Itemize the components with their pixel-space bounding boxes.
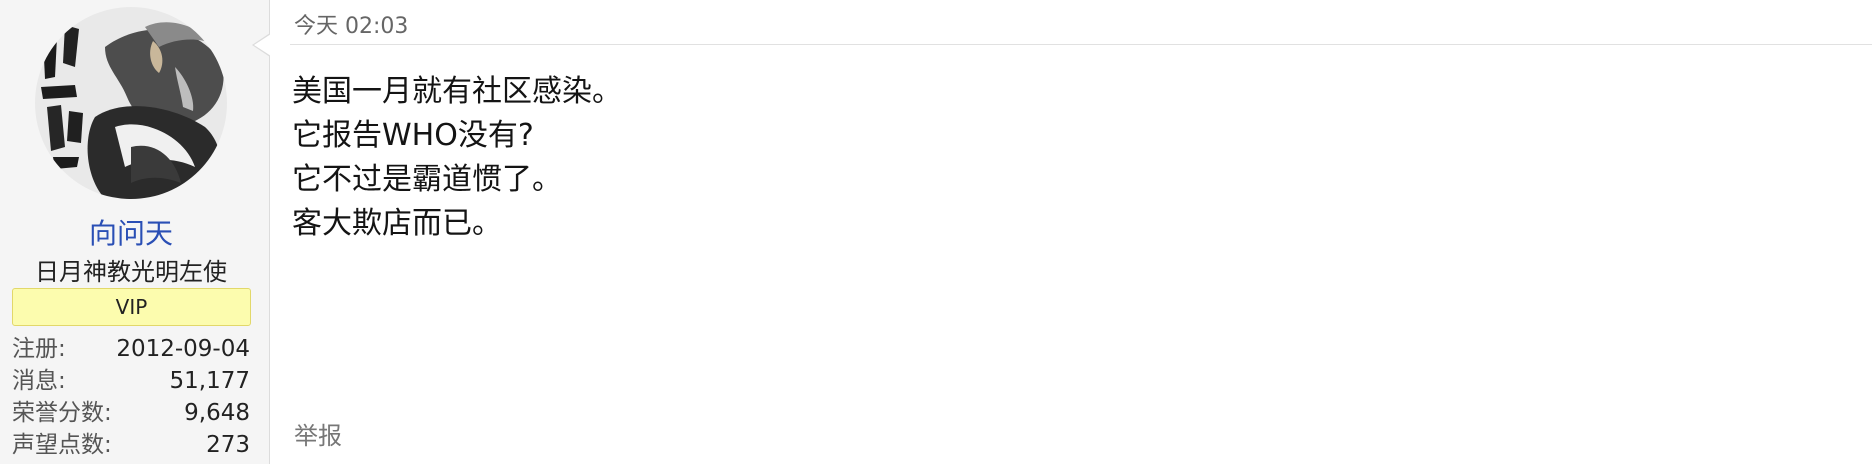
message-main: 今天 02:03 美国一月就有社区感染。 它报告WHO没有? 它不过是霸道惯了。… — [270, 0, 1872, 464]
post-date-link[interactable]: 今天 02:03 — [294, 8, 408, 40]
message-line: 美国一月就有社区感染。 — [292, 74, 622, 109]
forum-post: 向问天 日月神教光明左使 VIP 注册: 2012-09-04 消息: 51,1… — [0, 0, 1872, 464]
stat-value: 9,648 — [184, 400, 250, 426]
stat-row-registered: 注册: 2012-09-04 — [12, 333, 250, 365]
report-link[interactable]: 举报 — [294, 416, 342, 451]
stat-value: 51,177 — [169, 368, 250, 394]
stat-label: 声望点数: — [12, 432, 112, 458]
message-line: 它报告WHO没有? — [292, 118, 534, 153]
header-divider — [290, 44, 1872, 45]
message-line: 客大欺店而已。 — [292, 206, 502, 241]
message-line: 它不过是霸道惯了。 — [292, 162, 562, 197]
stat-row-reputation: 声望点数: 273 — [12, 429, 250, 461]
user-sidebar: 向问天 日月神教光明左使 VIP 注册: 2012-09-04 消息: 51,1… — [0, 0, 271, 464]
user-stats: 注册: 2012-09-04 消息: 51,177 荣誉分数: 9,648 声望… — [12, 333, 250, 461]
stat-value: 273 — [206, 432, 250, 458]
avatar[interactable] — [35, 7, 227, 199]
vip-badge: VIP — [12, 288, 251, 326]
avatar-image — [35, 7, 227, 199]
pointer-arrow — [254, 34, 271, 56]
stat-row-honor-points: 荣誉分数: 9,648 — [12, 397, 250, 429]
stat-label: 注册: — [12, 336, 66, 362]
user-title: 日月神教光明左使 — [35, 258, 227, 286]
stat-row-messages: 消息: 51,177 — [12, 365, 250, 397]
stat-label: 消息: — [12, 368, 66, 394]
message-body: 美国一月就有社区感染。 它报告WHO没有? 它不过是霸道惯了。 客大欺店而已。 — [292, 70, 1792, 246]
stat-label: 荣誉分数: — [12, 400, 112, 426]
username-link[interactable]: 向问天 — [0, 212, 262, 252]
stat-value: 2012-09-04 — [116, 336, 250, 362]
